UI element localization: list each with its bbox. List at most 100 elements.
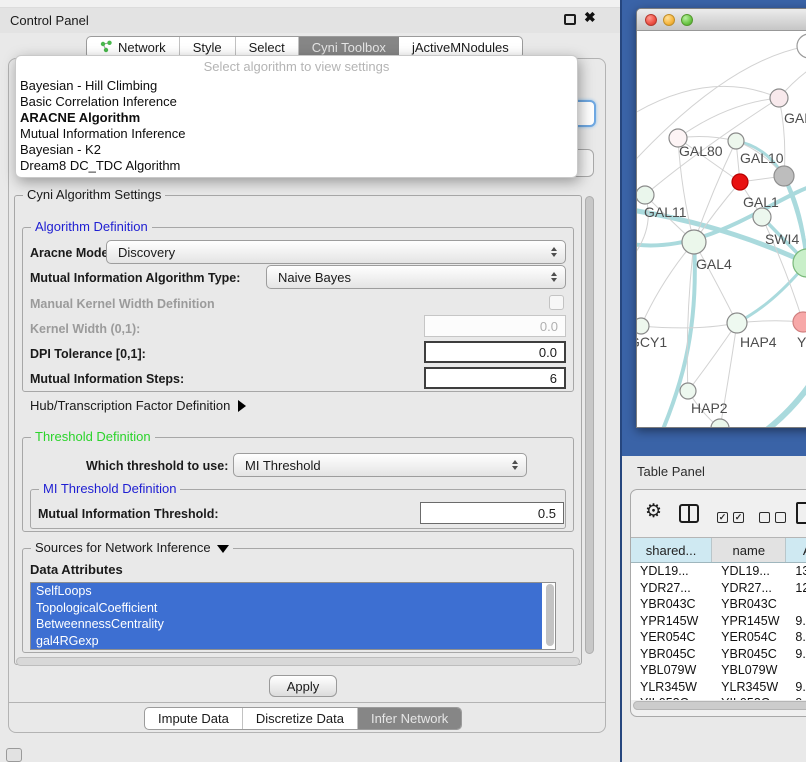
node-gal1[interactable] [732,174,748,190]
node-hap2[interactable] [680,383,696,399]
attr-list-scrollbar[interactable] [546,584,554,646]
deselect-all-checkbox-icon[interactable] [759,512,770,523]
table-row[interactable]: YDL19...YDL19...13 [631,563,806,580]
mi-steps-input[interactable]: 6 [424,367,566,389]
table-row[interactable]: YBR045CYBR045C9. [631,646,806,663]
table-cell: YBR045C [631,647,712,661]
close-icon[interactable]: ✖ [584,9,596,26]
kernel-width-input[interactable]: 0.0 [424,315,566,337]
data-attributes-list[interactable]: SelfLoopsTopologicalCoefficientBetweenne… [30,582,556,650]
algorithm-option[interactable]: Bayesian - Hill Climbing [16,78,577,94]
sources-group-title[interactable]: Sources for Network Inference [31,540,233,555]
settings-vertical-scrollbar[interactable] [584,196,595,654]
control-panel-header: Control Panel [0,8,620,33]
node-swi4-label: SWI4 [765,231,799,247]
hub-definition-expander[interactable]: Hub/Transcription Factor Definition [30,398,246,413]
table-cell: YDL19... [712,564,786,578]
table-row[interactable]: YBR043CYBR043C [631,596,806,613]
table-cell: YPR145W [712,614,786,628]
data-attribute-item[interactable]: BetweennessCentrality [31,616,542,633]
algorithm-option[interactable]: ARACNE Algorithm [16,110,577,126]
table-cell: YDL19... [631,564,712,578]
table-row[interactable]: YBL079WYBL079W [631,662,806,679]
bottom-tab-discretize-data[interactable]: Discretize Data [243,708,358,729]
table-panel-box: ⚙ ✓ ✓ shared...nameA YDL19...YDL19...13Y… [630,489,806,717]
select-all-checkbox-icon[interactable]: ✓ [717,512,728,523]
table-row[interactable]: YER054CYER054C8. [631,629,806,646]
top-strip [0,0,620,8]
table-row[interactable]: YLR345WYLR345W9. [631,679,806,696]
data-attribute-item[interactable]: SelfLoops [31,583,542,600]
control-panel-title: Control Panel [10,13,89,28]
network-window-titlebar[interactable] [637,9,806,31]
apply-button[interactable]: Apply [269,675,337,697]
network-icon [100,40,113,56]
network-canvas[interactable]: GAL7GAL80GAL10GAL1SWI4GAL11GAL4GCY1HAP4Y… [637,31,806,428]
node-hap4[interactable] [727,313,747,333]
data-attribute-item[interactable]: gal4RGexp [31,633,542,650]
aracne-mode-select[interactable]: Discovery [106,240,566,264]
manual-kernel-checkbox[interactable] [549,295,564,310]
table-cell: YPR145W [631,614,712,628]
column-header[interactable]: shared... [631,538,712,562]
node-gal10[interactable] [728,133,744,149]
table-cell: YBL079W [631,663,712,677]
node-gal7[interactable] [770,89,788,107]
mi-type-select[interactable]: Naive Bayes [266,265,566,289]
column-header[interactable]: name [712,538,786,562]
algorithm-option[interactable]: Basic Correlation Inference [16,94,577,110]
settings-gear-icon[interactable]: ⚙ [645,500,662,523]
node-gray[interactable] [774,166,794,186]
table-row[interactable]: YPR145WYPR145W9. [631,613,806,630]
bottom-tab-label: Impute Data [158,711,229,726]
network-edge[interactable] [641,242,694,326]
cyni-algorithm-settings-title: Cyni Algorithm Settings [23,187,165,202]
node-gal4[interactable] [682,230,706,254]
minimize-traffic-light-icon[interactable] [663,14,675,26]
table-cell: YER054C [712,630,786,644]
node-gcy1[interactable] [637,318,649,334]
collapsed-panel-button[interactable] [6,748,22,762]
mi-threshold-input[interactable]: 0.5 [420,502,564,524]
algorithm-option[interactable]: Dream8 DC_TDC Algorithm [16,158,577,174]
network-edge[interactable] [694,242,737,323]
new-table-icon[interactable] [796,502,806,524]
network-graph[interactable]: GAL7GAL80GAL10GAL1SWI4GAL11GAL4GCY1HAP4Y… [637,31,806,428]
kernel-width-label: Kernel Width (0,1): [30,322,140,336]
network-edge[interactable] [641,323,737,328]
float-window-icon[interactable] [564,14,576,25]
table-horizontal-scrollbar[interactable] [633,700,806,710]
node-swi4[interactable] [753,208,771,226]
node-gal10-label: GAL10 [740,150,784,166]
network-edge[interactable] [637,86,779,119]
bottom-tab-impute-data[interactable]: Impute Data [145,708,243,729]
table-row[interactable]: YDR27...YDR27...12 [631,580,806,597]
columns-icon[interactable] [679,504,699,523]
node-gal11[interactable] [637,186,654,204]
node-partial-bottom[interactable] [711,419,729,428]
algorithm-option[interactable]: Bayesian - K2 [16,142,577,158]
which-threshold-select[interactable]: MI Threshold [233,453,527,477]
network-view-window[interactable]: GAL7GAL80GAL10GAL1SWI4GAL11GAL4GCY1HAP4Y… [636,8,806,428]
zoom-traffic-light-icon[interactable] [681,14,693,26]
node-gal80-label: GAL80 [679,143,723,159]
data-attribute-item[interactable]: TopologicalCoefficient [31,600,542,617]
node-gal4-label: GAL4 [696,256,732,272]
select-all-checkbox-icon[interactable]: ✓ [733,512,744,523]
algorithm-definition-title: Algorithm Definition [31,219,152,234]
bottom-tab-label: Infer Network [371,711,448,726]
settings-horizontal-scrollbar[interactable] [16,656,580,667]
table-cell: YBL079W [712,663,786,677]
hub-definition-label: Hub/Transcription Factor Definition [30,398,230,413]
deselect-all-checkbox-icon[interactable] [775,512,786,523]
network-edge[interactable] [688,323,737,391]
dpi-tolerance-input[interactable]: 0.0 [424,341,566,363]
column-header[interactable]: A [786,538,806,562]
table-panel-title: Table Panel [637,464,705,479]
node-partial-top[interactable] [797,34,806,58]
node-pink[interactable] [793,312,806,332]
close-traffic-light-icon[interactable] [645,14,657,26]
node-hap4-label: HAP4 [740,334,777,350]
bottom-tab-infer-network[interactable]: Infer Network [358,708,461,729]
algorithm-option[interactable]: Mutual Information Inference [16,126,577,142]
